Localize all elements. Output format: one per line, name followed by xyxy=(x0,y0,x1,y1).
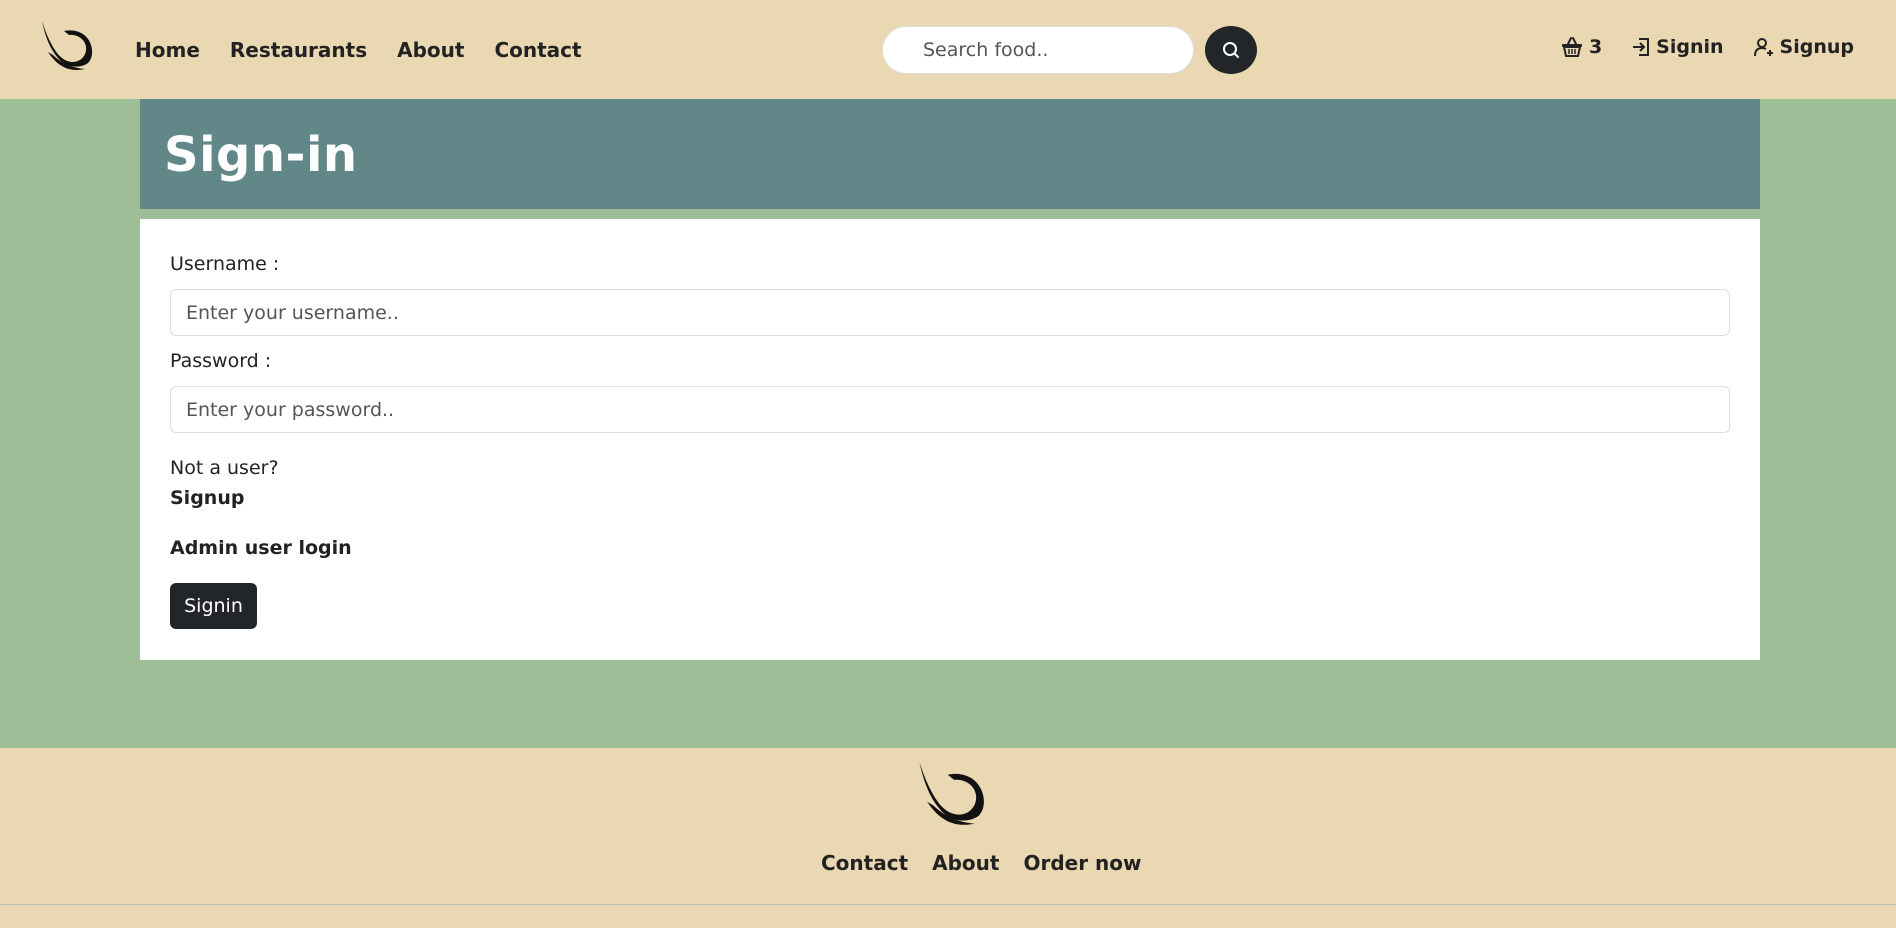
logo-icon[interactable] xyxy=(36,18,94,74)
signup-nav-link[interactable]: Signup xyxy=(1753,36,1854,58)
footer-link-about[interactable]: About xyxy=(932,851,999,875)
footer-nav: Contact About Order now xyxy=(821,851,1142,875)
basket-icon xyxy=(1561,37,1582,57)
search-input[interactable] xyxy=(883,27,1193,73)
signin-form: Username : Password : Not a user? Signup… xyxy=(140,219,1760,660)
username-input[interactable] xyxy=(171,290,1729,335)
cart-button[interactable]: 3 xyxy=(1561,36,1602,58)
footer-link-contact[interactable]: Contact xyxy=(821,851,908,875)
account-nav: 3 Signin Signup xyxy=(1561,36,1854,58)
page-header: Sign-in xyxy=(140,99,1760,209)
password-input[interactable] xyxy=(171,387,1729,432)
footer-bottom-bar xyxy=(0,905,1896,928)
username-label: Username : xyxy=(170,253,280,275)
search-icon xyxy=(1223,42,1239,58)
page-title: Sign-in xyxy=(164,127,358,183)
footer-logo-icon[interactable] xyxy=(909,758,989,830)
main-nav: Home Restaurants About Contact xyxy=(135,38,582,62)
username-field xyxy=(170,289,1730,336)
top-navbar: Home Restaurants About Contact 3 xyxy=(0,0,1896,99)
nav-about[interactable]: About xyxy=(397,38,464,62)
cart-count: 3 xyxy=(1588,36,1603,58)
password-label: Password : xyxy=(170,350,272,372)
signin-nav-label: Signin xyxy=(1656,36,1724,58)
nav-restaurants[interactable]: Restaurants xyxy=(230,38,367,62)
admin-login-link[interactable]: Admin user login xyxy=(170,537,352,559)
signup-link[interactable]: Signup xyxy=(170,487,244,509)
footer: Contact About Order now xyxy=(0,748,1896,905)
search-button[interactable] xyxy=(1205,26,1257,74)
nav-contact[interactable]: Contact xyxy=(494,38,581,62)
signup-nav-label: Signup xyxy=(1779,36,1854,58)
password-field xyxy=(170,386,1730,433)
add-user-icon xyxy=(1753,38,1773,57)
nav-home[interactable]: Home xyxy=(135,38,200,62)
footer-link-order-now[interactable]: Order now xyxy=(1023,851,1141,875)
signin-submit-button[interactable]: Signin xyxy=(170,583,257,629)
signin-nav-link[interactable]: Signin xyxy=(1632,36,1724,58)
sign-in-icon xyxy=(1633,38,1650,56)
search-box xyxy=(882,26,1194,74)
not-user-text: Not a user? xyxy=(170,457,279,479)
